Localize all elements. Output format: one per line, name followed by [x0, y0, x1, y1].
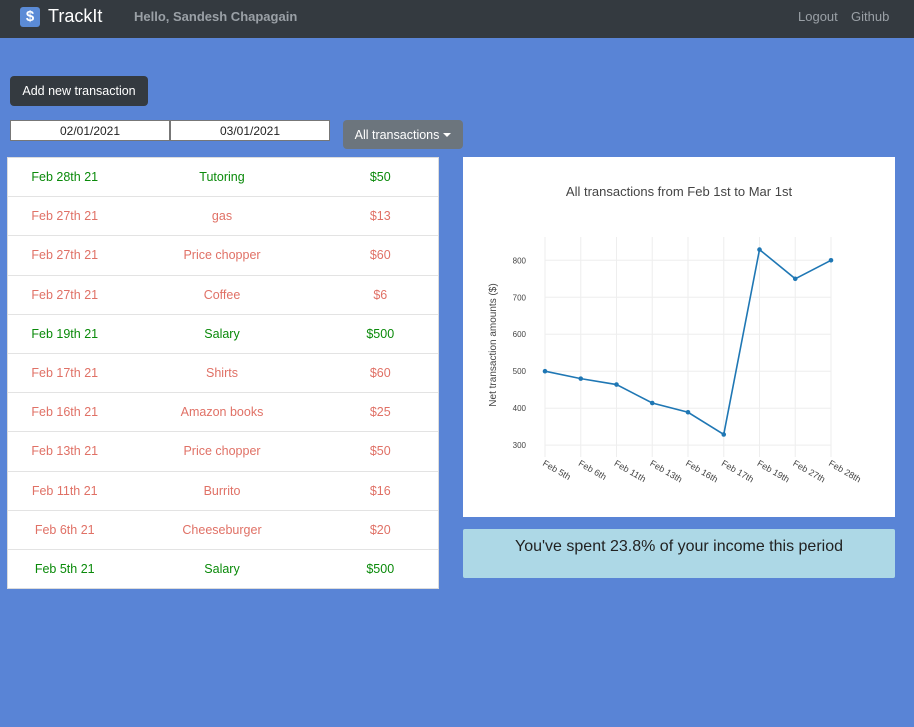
transaction-amount: $50 [369, 444, 391, 459]
brand[interactable]: $ TrackIt [20, 6, 102, 27]
filter-label: All transactions [354, 127, 440, 142]
transactions-table: Feb 28th 21 Tutoring $50 Feb 27th 21 gas $13 F… [7, 157, 439, 589]
data-point[interactable] [685, 409, 691, 415]
transaction-amount: $16 [369, 483, 391, 498]
chart-title: All transactions from Feb 1st to Mar 1st [566, 184, 793, 199]
transaction-amount: $13 [369, 209, 391, 224]
x-tick-label: Feb 17th [720, 458, 756, 484]
transaction-description: Coffee [203, 287, 241, 302]
transaction-description: Salary [204, 326, 240, 341]
transaction-date: Feb 11th 21 [31, 483, 98, 498]
transaction-amount: $500 [366, 326, 395, 341]
transaction-filter-dropdown[interactable]: All transactions [343, 120, 463, 149]
transaction-row[interactable]: Feb 17th 21 Shirts $60 [8, 354, 438, 394]
dollar-icon: $ [20, 6, 40, 27]
x-tick-label: Feb 19th [756, 458, 792, 484]
transaction-amount: $60 [369, 248, 391, 263]
transaction-description: gas [211, 209, 233, 224]
transaction-date: Feb 27th 21 [31, 248, 99, 263]
transaction-date: Feb 19th 21 [31, 326, 99, 341]
transaction-row[interactable]: Feb 19th 21 Salary $500 [8, 315, 438, 354]
transaction-description: Amazon books [180, 405, 264, 420]
end-date-input[interactable] [170, 120, 330, 141]
data-point[interactable] [649, 400, 655, 406]
x-tick-label: Feb 16th [684, 458, 720, 484]
chart-y-ticks: 300 400 500 600 700 800 [513, 256, 527, 450]
transaction-description: Burrito [203, 483, 241, 498]
transaction-description: Price chopper [183, 444, 261, 459]
transaction-row[interactable]: Feb 27th 21 gas $13 [8, 197, 438, 237]
chart-x-ticks: Feb 5th Feb 6th Feb 11th Feb 13th Feb 16th Fe… [541, 458, 863, 484]
y-tick-label: 500 [513, 367, 527, 376]
y-tick-label: 600 [513, 330, 527, 339]
add-transaction-button[interactable]: Add new transaction [10, 76, 148, 106]
y-tick-label: 400 [513, 404, 527, 413]
transactions-line-chart: All transactions from Feb 1st to Mar 1st… [488, 184, 863, 484]
x-tick-label: Feb 6th [577, 458, 608, 482]
data-point[interactable] [614, 382, 619, 387]
transaction-row[interactable]: Feb 16th 21 Amazon books $25 [8, 393, 438, 433]
caret-down-icon [443, 132, 452, 137]
transaction-amount: $20 [369, 522, 391, 537]
x-tick-label: Feb 13th [648, 458, 684, 484]
transaction-row[interactable]: Feb 13th 21 Price chopper $50 [8, 432, 438, 472]
chart-card: All transactions from Feb 1st to Mar 1st… [463, 157, 895, 517]
x-tick-label: Feb 5th [541, 458, 572, 482]
navbar: $ TrackIt Hello, Sandesh Chapagain Logou… [0, 0, 914, 38]
transaction-row[interactable]: Feb 5th 21 Salary $500 [8, 550, 438, 589]
transaction-amount: $60 [369, 366, 391, 381]
transaction-date: Feb 27th 21 [31, 209, 99, 224]
transaction-date: Feb 27th 21 [31, 287, 99, 302]
transaction-description: Cheeseburger [182, 522, 262, 537]
spending-summary: You've spent 23.8% of your income this p… [463, 529, 895, 578]
x-tick-label: Feb 11th [613, 458, 648, 484]
transaction-description: Shirts [206, 366, 238, 381]
brand-name: TrackIt [48, 6, 103, 26]
user-greeting: Hello, Sandesh Chapagain [134, 9, 298, 24]
transaction-date: Feb 17th 21 [31, 366, 99, 381]
github-link[interactable]: Github [851, 9, 889, 24]
data-point[interactable] [757, 247, 762, 252]
logout-link[interactable]: Logout [798, 9, 838, 24]
chart-grid [544, 237, 832, 457]
chart-y-axis-label: Net transaction amounts ($) [488, 283, 499, 406]
data-point[interactable] [792, 276, 798, 282]
y-tick-label: 700 [513, 293, 527, 302]
transaction-date: Feb 6th 21 [34, 522, 95, 537]
transaction-date: Feb 16th 21 [31, 405, 99, 420]
transaction-row[interactable]: Feb 11th 21 Burrito $16 [8, 472, 438, 511]
transaction-description: Price chopper [183, 248, 261, 263]
data-point[interactable] [542, 368, 548, 374]
data-point[interactable] [578, 376, 584, 381]
x-tick-label: Feb 28th [827, 458, 863, 484]
start-date-input[interactable] [10, 120, 170, 141]
transaction-row[interactable]: Feb 6th 21 Cheeseburger $20 [8, 511, 438, 550]
transaction-row[interactable]: Feb 27th 21 Price chopper $60 [8, 236, 438, 276]
data-point[interactable] [828, 257, 834, 263]
transaction-description: Tutoring [199, 170, 245, 185]
transaction-amount: $50 [369, 170, 391, 185]
transaction-date: Feb 13th 21 [31, 444, 99, 459]
y-tick-label: 800 [513, 256, 527, 265]
transaction-row[interactable]: Feb 27th 21 Coffee $6 [8, 276, 438, 315]
transaction-amount: $6 [373, 287, 388, 302]
transaction-date: Feb 5th 21 [34, 562, 95, 577]
transaction-description: Salary [204, 562, 240, 577]
transaction-amount: $25 [369, 405, 391, 420]
transaction-row[interactable]: Feb 28th 21 Tutoring $50 [8, 158, 438, 198]
data-point[interactable] [721, 432, 727, 437]
x-tick-label: Feb 27th [791, 458, 827, 484]
transaction-date: Feb 28th 21 [31, 170, 99, 185]
transaction-amount: $500 [366, 562, 395, 577]
y-tick-label: 300 [513, 441, 527, 450]
